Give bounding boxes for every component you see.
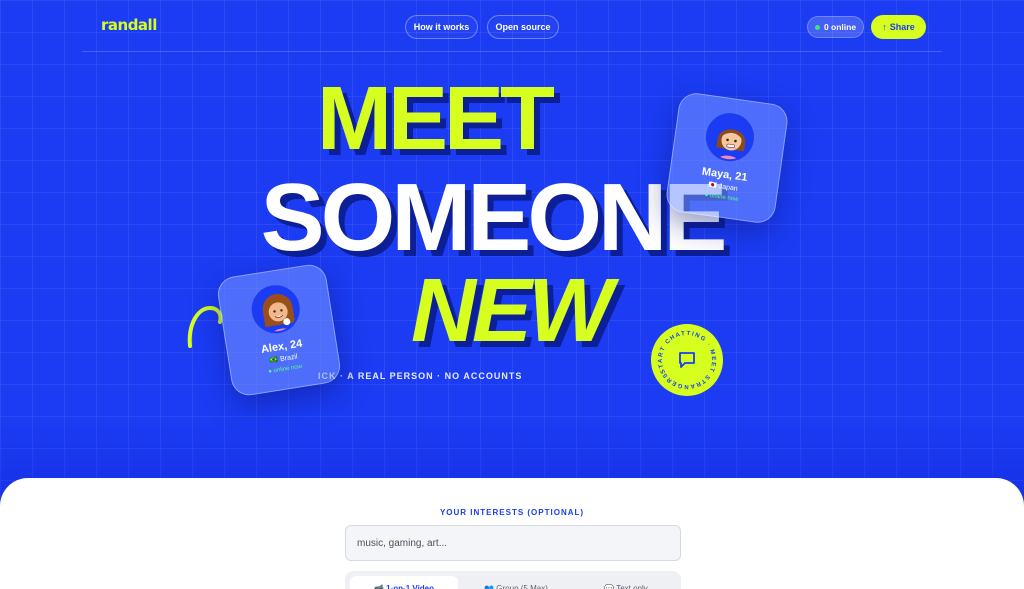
logo[interactable]: randall <box>101 16 157 34</box>
nav-divider <box>82 51 942 52</box>
profile-card-maya: Maya, 21 🇯🇵 Japan ● online now <box>664 90 790 226</box>
online-dot-icon <box>814 24 820 30</box>
badge-text: START CHATTING · MEET STRANGERS · <box>634 311 726 404</box>
avatar <box>248 281 304 337</box>
chat-bubble-icon <box>679 352 695 368</box>
flag-icon: 🇧🇷 <box>269 356 279 365</box>
start-chatting-badge[interactable]: START CHATTING · MEET STRANGERS · <box>634 311 726 404</box>
mode-tab-video[interactable]: 📹 1-on-1 Video <box>350 576 458 589</box>
interests-input[interactable] <box>345 525 681 561</box>
tagline: ICK · A REAL PERSON · NO ACCOUNTS <box>318 371 523 381</box>
mode-tab-group[interactable]: 👥 Group (5 Max) <box>462 576 570 589</box>
rotating-badge: START CHATTING · MEET STRANGERS · <box>634 311 726 404</box>
woman-curly-avatar-icon <box>254 286 303 337</box>
country-label: Japan <box>718 183 739 193</box>
share-label: Share <box>889 22 915 32</box>
headline-meet: MEET <box>316 69 555 169</box>
hero-section: randall How it works Open source 0 onlin… <box>0 0 1024 500</box>
arrow-up-icon: ↑ <box>882 22 887 32</box>
online-count-badge: 0 online <box>807 16 864 38</box>
avatar <box>702 110 758 165</box>
flag-icon: 🇯🇵 <box>707 181 718 190</box>
svg-text:START CHATTING · MEET STRANGER: START CHATTING · MEET STRANGERS · <box>651 324 723 396</box>
country-label: Brazil <box>279 353 299 364</box>
profile-card-alex: Alex, 24 🇧🇷 Brazil ● online now <box>215 262 343 398</box>
headline-someone: SOMEONE <box>260 164 728 271</box>
headline-new: NEW <box>411 261 613 361</box>
top-navigation: randall How it works Open source 0 onlin… <box>0 0 1024 54</box>
mode-tab-text[interactable]: 💬 Text only <box>574 576 678 589</box>
how-it-works-link[interactable]: How it works <box>405 15 478 39</box>
woman-avatar-icon <box>707 115 756 165</box>
share-button[interactable]: ↑ Share <box>871 15 926 39</box>
online-count-label: 0 online <box>823 22 857 32</box>
interests-label: YOUR INTERESTS (OPTIONAL) <box>439 508 585 517</box>
open-source-link[interactable]: Open source <box>487 15 559 39</box>
